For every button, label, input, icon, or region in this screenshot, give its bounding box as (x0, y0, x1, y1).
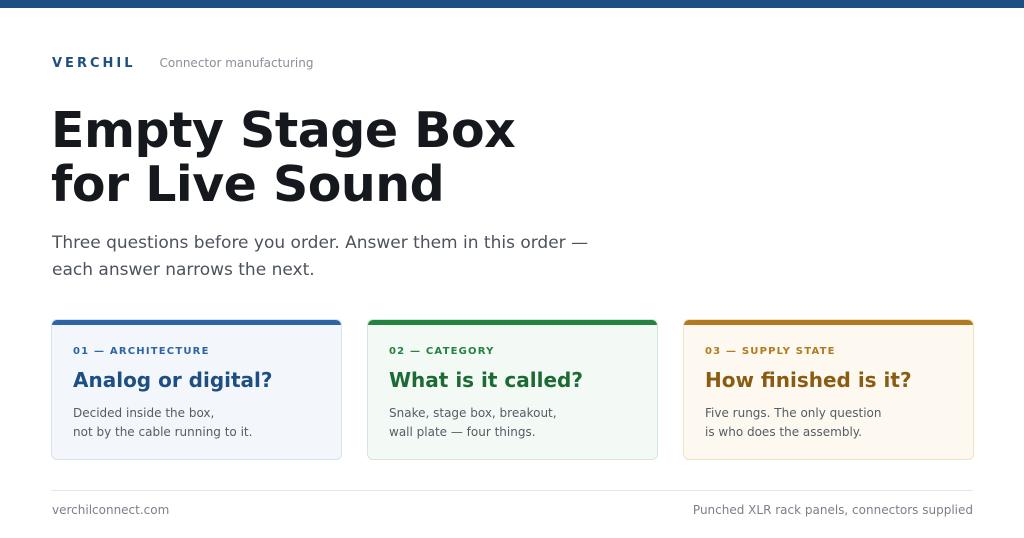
question-cards: 01 — ARCHITECTURE Analog or digital? Dec… (51, 319, 974, 460)
card-body: Snake, stage box, breakout, wall plate —… (389, 404, 636, 442)
card-body-line-2: not by the cable running to it. (73, 425, 253, 439)
title-line-1: Empty Stage Box (51, 102, 516, 159)
card-body: Five rungs. The only question is who doe… (705, 404, 952, 442)
card-body-line-1: Decided inside the box, (73, 406, 215, 420)
card-category: 02 — CATEGORY What is it called? Snake, … (367, 319, 658, 460)
card-body-line-1: Snake, stage box, breakout, (389, 406, 557, 420)
brand-tagline: Connector manufacturing (159, 56, 314, 70)
card-body-line-2: is who does the assembly. (705, 425, 862, 439)
card-accent-bar (684, 320, 973, 325)
card-heading: Analog or digital? (73, 368, 273, 392)
page-subtitle: Three questions before you order. Answer… (52, 230, 652, 284)
brand-row: VERCHIL Connector manufacturing (52, 56, 313, 71)
card-body-line-1: Five rungs. The only question (705, 406, 882, 420)
footer-website: verchilconnect.com (52, 503, 170, 517)
card-heading: How finished is it? (705, 368, 912, 392)
brand-logo-text: VERCHIL (52, 56, 136, 71)
title-line-2: for Live Sound (51, 156, 445, 213)
footer-note: Punched XLR rack panels, connectors supp… (692, 503, 973, 517)
page-title: Empty Stage Box for Live Sound (51, 104, 851, 212)
footer-divider (51, 490, 973, 491)
card-kicker: 01 — ARCHITECTURE (73, 346, 210, 357)
card-kicker: 02 — CATEGORY (389, 346, 495, 357)
card-body: Decided inside the box, not by the cable… (73, 404, 320, 442)
card-kicker: 03 — SUPPLY STATE (705, 346, 836, 357)
card-body-line-2: wall plate — four things. (389, 425, 536, 439)
card-accent-bar (52, 320, 341, 325)
card-supply-state: 03 — SUPPLY STATE How finished is it? Fi… (683, 319, 974, 460)
card-accent-bar (368, 320, 657, 325)
card-architecture: 01 — ARCHITECTURE Analog or digital? Dec… (51, 319, 342, 460)
subtitle-line-2: each answer narrows the next. (52, 260, 315, 280)
subtitle-line-1: Three questions before you order. Answer… (52, 233, 589, 253)
card-heading: What is it called? (389, 368, 583, 392)
top-accent-bar (0, 0, 1024, 8)
